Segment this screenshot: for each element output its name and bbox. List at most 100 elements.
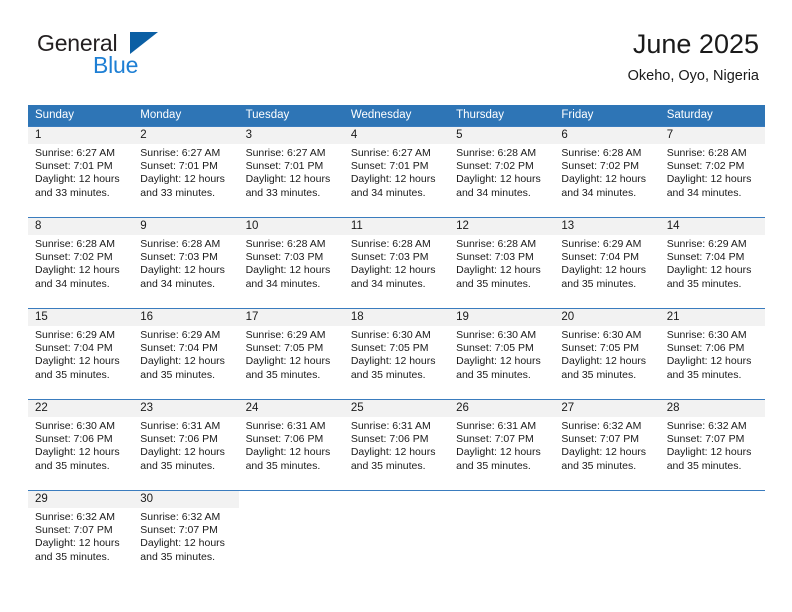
daylight-text-line1: Daylight: 12 hours xyxy=(456,355,541,368)
sunrise-text: Sunrise: 6:27 AM xyxy=(350,147,431,159)
calendar-week-row: 15 Sunrise: 6:29 AM Sunset: 7:04 PM Dayligh… xyxy=(28,308,765,400)
calendar-day-cell[interactable]: 13 Sunrise: 6:29 AM Sunset: 7:04 PM Dayligh… xyxy=(554,217,660,309)
calendar-day-cell[interactable]: 8 Sunrise: 6:28 AM Sunset: 7:02 PM Daylight… xyxy=(28,217,134,309)
calendar-day-cell[interactable]: 27 Sunrise: 6:32 AM Sunset: 7:07 PM Dayligh… xyxy=(554,399,660,491)
sunset-text: Sunset: 7:01 PM xyxy=(140,160,218,173)
calendar-day-cell-empty xyxy=(554,490,660,581)
day-cell-inner xyxy=(659,491,765,581)
day-details: Sunrise: 6:31 AM Sunset: 7:06 PM Daylight:… xyxy=(344,417,449,473)
sunrise-text: Sunrise: 6:27 AM xyxy=(35,147,115,159)
weekday-header-tuesday: Tuesday xyxy=(238,105,344,127)
sunset-text: Sunset: 7:05 PM xyxy=(245,342,324,355)
day-cell-inner: 27 Sunrise: 6:32 AM Sunset: 7:07 PM Dayligh… xyxy=(554,400,660,490)
daylight-text-line1: Daylight: 12 hours xyxy=(35,355,120,368)
calendar-day-cell[interactable]: 15 Sunrise: 6:29 AM Sunset: 7:04 PM Dayligh… xyxy=(28,308,134,400)
day-details xyxy=(239,508,344,511)
day-number: 18 xyxy=(343,309,450,326)
calendar-day-cell[interactable]: 26 Sunrise: 6:31 AM Sunset: 7:07 PM Dayligh… xyxy=(449,399,555,491)
calendar-day-cell[interactable]: 30 Sunrise: 6:32 AM Sunset: 7:07 PM Dayligh… xyxy=(133,490,239,581)
calendar-day-cell[interactable]: 3 Sunrise: 6:27 AM Sunset: 7:01 PM Daylight… xyxy=(238,126,344,218)
calendar-day-cell[interactable]: 6 Sunrise: 6:28 AM Sunset: 7:02 PM Daylight… xyxy=(554,126,660,218)
day-number xyxy=(238,491,344,508)
calendar-day-cell[interactable]: 18 Sunrise: 6:30 AM Sunset: 7:05 PM Dayligh… xyxy=(343,308,450,400)
calendar-day-cell[interactable]: 11 Sunrise: 6:28 AM Sunset: 7:03 PM Dayligh… xyxy=(343,217,450,309)
day-cell-inner: 7 Sunrise: 6:28 AM Sunset: 7:02 PM Daylight… xyxy=(659,127,765,217)
daylight-text-line1: Daylight: 12 hours xyxy=(561,173,647,186)
day-cell-inner: 14 Sunrise: 6:29 AM Sunset: 7:04 PM Dayligh… xyxy=(659,218,765,308)
day-number: 12 xyxy=(449,218,555,235)
calendar-day-cell[interactable]: 25 Sunrise: 6:31 AM Sunset: 7:06 PM Dayligh… xyxy=(343,399,450,491)
calendar-day-cell[interactable]: 9 Sunrise: 6:28 AM Sunset: 7:03 PM Daylight… xyxy=(133,217,239,309)
calendar-day-cell[interactable]: 22 Sunrise: 6:30 AM Sunset: 7:06 PM Dayligh… xyxy=(28,399,134,491)
calendar-day-cell[interactable]: 19 Sunrise: 6:30 AM Sunset: 7:05 PM Dayligh… xyxy=(449,308,555,400)
sunrise-text: Sunrise: 6:31 AM xyxy=(245,420,326,432)
day-number: 30 xyxy=(133,491,239,508)
day-cell-inner xyxy=(449,491,555,581)
calendar-day-cell[interactable]: 14 Sunrise: 6:29 AM Sunset: 7:04 PM Dayligh… xyxy=(659,217,765,309)
daylight-text-line1: Daylight: 12 hours xyxy=(666,446,752,459)
daylight-text-line1: Daylight: 12 hours xyxy=(140,537,225,550)
calendar-day-cell[interactable]: 12 Sunrise: 6:28 AM Sunset: 7:03 PM Dayligh… xyxy=(449,217,555,309)
sunset-text: Sunset: 7:04 PM xyxy=(561,251,640,264)
calendar-day-cell[interactable]: 2 Sunrise: 6:27 AM Sunset: 7:01 PM Daylight… xyxy=(133,126,239,218)
day-cell-inner: 19 Sunrise: 6:30 AM Sunset: 7:05 PM Dayligh… xyxy=(449,309,555,399)
calendar-day-cell[interactable]: 17 Sunrise: 6:29 AM Sunset: 7:05 PM Dayligh… xyxy=(238,308,344,400)
calendar-day-cell[interactable]: 21 Sunrise: 6:30 AM Sunset: 7:06 PM Dayligh… xyxy=(659,308,765,400)
calendar-day-cell[interactable]: 16 Sunrise: 6:29 AM Sunset: 7:04 PM Dayligh… xyxy=(133,308,239,400)
sunrise-text: Sunrise: 6:29 AM xyxy=(666,238,747,250)
day-details: Sunrise: 6:29 AM Sunset: 7:04 PM Daylight:… xyxy=(554,235,659,291)
daylight-text-line1: Daylight: 12 hours xyxy=(561,355,647,368)
sunset-text: Sunset: 7:06 PM xyxy=(140,433,218,446)
day-details: Sunrise: 6:28 AM Sunset: 7:03 PM Daylight:… xyxy=(449,235,554,291)
daylight-text-line1: Daylight: 12 hours xyxy=(140,264,225,277)
location-subtitle: Okeho, Oyo, Nigeria xyxy=(627,68,759,84)
day-cell-inner xyxy=(554,491,660,581)
day-cell-inner: 15 Sunrise: 6:29 AM Sunset: 7:04 PM Dayligh… xyxy=(28,309,134,399)
day-details: Sunrise: 6:28 AM Sunset: 7:03 PM Daylight:… xyxy=(239,235,344,291)
sunrise-text: Sunrise: 6:29 AM xyxy=(140,329,221,341)
day-number: 11 xyxy=(343,218,450,235)
sunset-text: Sunset: 7:03 PM xyxy=(456,251,534,264)
weekday-header-sunday: Sunday xyxy=(28,105,134,127)
day-cell-inner: 18 Sunrise: 6:30 AM Sunset: 7:05 PM Dayligh… xyxy=(343,309,450,399)
daylight-text-line2: and 35 minutes. xyxy=(35,368,110,381)
day-cell-inner: 16 Sunrise: 6:29 AM Sunset: 7:04 PM Dayligh… xyxy=(133,309,239,399)
title-block: June 2025 Okeho, Oyo, Nigeria xyxy=(628,28,759,86)
sunrise-text: Sunrise: 6:32 AM xyxy=(140,511,221,523)
day-details: Sunrise: 6:28 AM Sunset: 7:02 PM Daylight:… xyxy=(449,144,554,200)
daylight-text-line2: and 34 minutes. xyxy=(35,277,110,290)
calendar-day-cell[interactable]: 4 Sunrise: 6:27 AM Sunset: 7:01 PM Daylight… xyxy=(343,126,450,218)
day-details: Sunrise: 6:30 AM Sunset: 7:06 PM Daylight:… xyxy=(660,326,765,382)
sunset-text: Sunset: 7:03 PM xyxy=(140,251,218,264)
calendar-day-cell[interactable]: 23 Sunrise: 6:31 AM Sunset: 7:06 PM Dayligh… xyxy=(133,399,239,491)
sunrise-text: Sunrise: 6:28 AM xyxy=(456,238,537,250)
day-details: Sunrise: 6:28 AM Sunset: 7:02 PM Daylight:… xyxy=(28,235,133,291)
daylight-text-line2: and 35 minutes. xyxy=(245,368,321,381)
calendar-day-cell[interactable]: 10 Sunrise: 6:28 AM Sunset: 7:03 PM Dayligh… xyxy=(238,217,344,309)
calendar-day-cell[interactable]: 28 Sunrise: 6:32 AM Sunset: 7:07 PM Dayligh… xyxy=(659,399,765,491)
calendar-day-cell[interactable]: 20 Sunrise: 6:30 AM Sunset: 7:05 PM Dayligh… xyxy=(554,308,660,400)
daylight-text-line1: Daylight: 12 hours xyxy=(561,264,647,277)
daylight-text-line2: and 34 minutes. xyxy=(350,277,426,290)
sunrise-text: Sunrise: 6:31 AM xyxy=(350,420,431,432)
weekday-header-saturday: Saturday xyxy=(659,105,765,127)
general-blue-logo[interactable]: General Blue xyxy=(33,28,293,88)
day-number: 17 xyxy=(238,309,344,326)
sunrise-text: Sunrise: 6:28 AM xyxy=(350,238,431,250)
daylight-text-line1: Daylight: 12 hours xyxy=(35,173,120,186)
sunset-text: Sunset: 7:05 PM xyxy=(350,342,429,355)
calendar-day-cell[interactable]: 1 Sunrise: 6:27 AM Sunset: 7:01 PM Daylight… xyxy=(28,126,134,218)
day-cell-inner: 29 Sunrise: 6:32 AM Sunset: 7:07 PM Dayligh… xyxy=(28,491,134,581)
calendar-day-cell[interactable]: 29 Sunrise: 6:32 AM Sunset: 7:07 PM Dayligh… xyxy=(28,490,134,581)
daylight-text-line2: and 35 minutes. xyxy=(245,459,321,472)
daylight-text-line1: Daylight: 12 hours xyxy=(140,446,225,459)
calendar-day-cell[interactable]: 24 Sunrise: 6:31 AM Sunset: 7:06 PM Dayligh… xyxy=(238,399,344,491)
day-details xyxy=(554,508,659,511)
calendar-day-cell[interactable]: 7 Sunrise: 6:28 AM Sunset: 7:02 PM Daylight… xyxy=(659,126,765,218)
day-cell-inner: 28 Sunrise: 6:32 AM Sunset: 7:07 PM Dayligh… xyxy=(659,400,765,490)
day-cell-inner: 20 Sunrise: 6:30 AM Sunset: 7:05 PM Dayligh… xyxy=(554,309,660,399)
day-details: Sunrise: 6:27 AM Sunset: 7:01 PM Daylight:… xyxy=(133,144,238,200)
sunrise-text: Sunrise: 6:30 AM xyxy=(666,329,747,341)
calendar-day-cell[interactable]: 5 Sunrise: 6:28 AM Sunset: 7:02 PM Daylight… xyxy=(449,126,555,218)
day-number: 28 xyxy=(659,400,765,417)
